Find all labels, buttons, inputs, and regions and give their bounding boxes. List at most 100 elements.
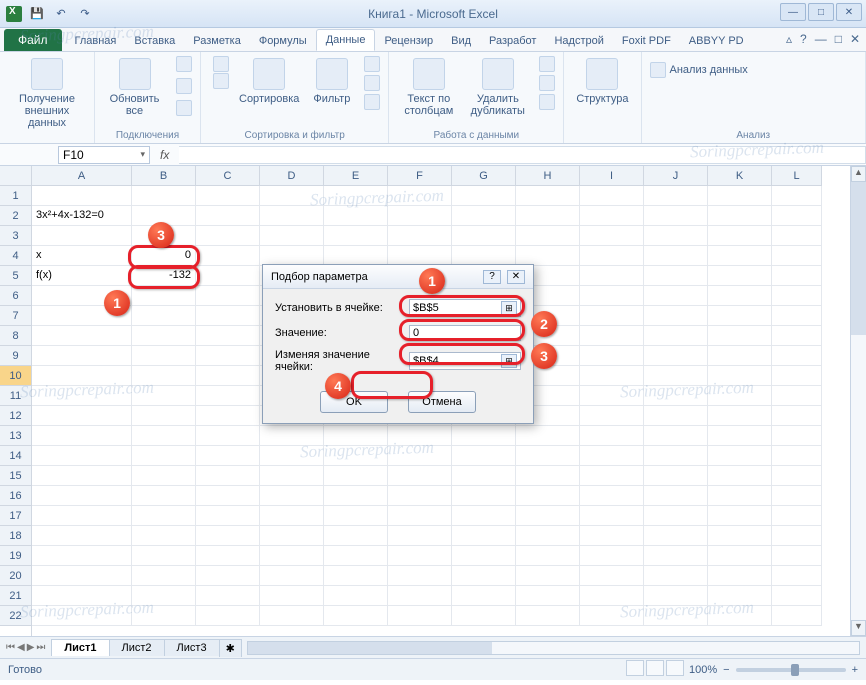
cell-I2[interactable] (580, 206, 644, 226)
col-K[interactable]: K (708, 166, 772, 185)
cell-I22[interactable] (580, 606, 644, 626)
edit-links-button[interactable] (176, 100, 192, 119)
cell-H1[interactable] (516, 186, 580, 206)
cell-F17[interactable] (388, 506, 452, 526)
cell-G14[interactable] (452, 446, 516, 466)
scroll-thumb[interactable] (851, 182, 866, 335)
cell-A14[interactable] (32, 446, 132, 466)
cell-K7[interactable] (708, 306, 772, 326)
cell-G20[interactable] (452, 566, 516, 586)
cell-L8[interactable] (772, 326, 822, 346)
cell-L17[interactable] (772, 506, 822, 526)
cell-E19[interactable] (324, 546, 388, 566)
cell-H13[interactable] (516, 426, 580, 446)
cell-J4[interactable] (644, 246, 708, 266)
remove-duplicates-button[interactable]: Удалить дубликаты (466, 56, 529, 119)
cell-B11[interactable] (132, 386, 196, 406)
cell-I7[interactable] (580, 306, 644, 326)
cell-B8[interactable] (132, 326, 196, 346)
cell-L2[interactable] (772, 206, 822, 226)
cell-C7[interactable] (196, 306, 260, 326)
cell-L13[interactable] (772, 426, 822, 446)
cell-A8[interactable] (32, 326, 132, 346)
doc-min-icon[interactable]: — (815, 32, 827, 46)
cell-K14[interactable] (708, 446, 772, 466)
tab-developer[interactable]: Разработ (480, 31, 545, 51)
cell-K11[interactable] (708, 386, 772, 406)
data-analysis-button[interactable]: Анализ данных (650, 62, 857, 78)
scroll-up-icon[interactable]: ▲ (851, 166, 866, 182)
cell-G1[interactable] (452, 186, 516, 206)
cell-G21[interactable] (452, 586, 516, 606)
cell-J14[interactable] (644, 446, 708, 466)
cell-F13[interactable] (388, 426, 452, 446)
col-J[interactable]: J (644, 166, 708, 185)
row-6[interactable]: 6 (0, 286, 31, 306)
sheet-nav-last-icon[interactable]: ⏭ (36, 642, 45, 653)
cell-K9[interactable] (708, 346, 772, 366)
cell-K10[interactable] (708, 366, 772, 386)
cell-J18[interactable] (644, 526, 708, 546)
cell-D19[interactable] (260, 546, 324, 566)
cell-B10[interactable] (132, 366, 196, 386)
cell-B20[interactable] (132, 566, 196, 586)
row-14[interactable]: 14 (0, 446, 31, 466)
cell-K15[interactable] (708, 466, 772, 486)
cell-H3[interactable] (516, 226, 580, 246)
cell-I17[interactable] (580, 506, 644, 526)
cell-E3[interactable] (324, 226, 388, 246)
cell-E15[interactable] (324, 466, 388, 486)
cell-A21[interactable] (32, 586, 132, 606)
row-11[interactable]: 11 (0, 386, 31, 406)
cell-G16[interactable] (452, 486, 516, 506)
filter-button[interactable]: Фильтр (309, 56, 354, 110)
cell-C9[interactable] (196, 346, 260, 366)
row-13[interactable]: 13 (0, 426, 31, 446)
cell-J6[interactable] (644, 286, 708, 306)
cell-B2[interactable] (132, 206, 196, 226)
row-20[interactable]: 20 (0, 566, 31, 586)
row-15[interactable]: 15 (0, 466, 31, 486)
cell-H15[interactable] (516, 466, 580, 486)
cell-J5[interactable] (644, 266, 708, 286)
cell-F16[interactable] (388, 486, 452, 506)
cell-L18[interactable] (772, 526, 822, 546)
cell-D17[interactable] (260, 506, 324, 526)
cell-L9[interactable] (772, 346, 822, 366)
cell-G18[interactable] (452, 526, 516, 546)
cell-A20[interactable] (32, 566, 132, 586)
sheet-tab-2[interactable]: Лист2 (109, 639, 165, 656)
cell-A11[interactable] (32, 386, 132, 406)
cell-J16[interactable] (644, 486, 708, 506)
clear-filter-icon[interactable] (364, 56, 380, 72)
col-B[interactable]: B (132, 166, 196, 185)
cell-E2[interactable] (324, 206, 388, 226)
cell-C19[interactable] (196, 546, 260, 566)
tab-addins[interactable]: Надстрой (545, 31, 612, 51)
cell-C21[interactable] (196, 586, 260, 606)
cell-D3[interactable] (260, 226, 324, 246)
row-1[interactable]: 1 (0, 186, 31, 206)
cell-F19[interactable] (388, 546, 452, 566)
cell-C8[interactable] (196, 326, 260, 346)
cell-C6[interactable] (196, 286, 260, 306)
cell-A13[interactable] (32, 426, 132, 446)
formula-input[interactable] (179, 146, 866, 164)
cell-J11[interactable] (644, 386, 708, 406)
cell-D22[interactable] (260, 606, 324, 626)
cell-C5[interactable] (196, 266, 260, 286)
cell-H2[interactable] (516, 206, 580, 226)
row-22[interactable]: 22 (0, 606, 31, 626)
cell-D2[interactable] (260, 206, 324, 226)
outline-button[interactable]: Структура (572, 56, 632, 107)
cell-B4[interactable]: 0 (132, 246, 196, 266)
cell-E4[interactable] (324, 246, 388, 266)
row-5[interactable]: 5 (0, 266, 31, 286)
row-3[interactable]: 3 (0, 226, 31, 246)
cell-E16[interactable] (324, 486, 388, 506)
sort-desc-icon[interactable] (213, 73, 229, 89)
cell-B21[interactable] (132, 586, 196, 606)
changing-cell-input[interactable]: $B$4 ⊞ (409, 352, 521, 370)
cell-L1[interactable] (772, 186, 822, 206)
cell-L19[interactable] (772, 546, 822, 566)
